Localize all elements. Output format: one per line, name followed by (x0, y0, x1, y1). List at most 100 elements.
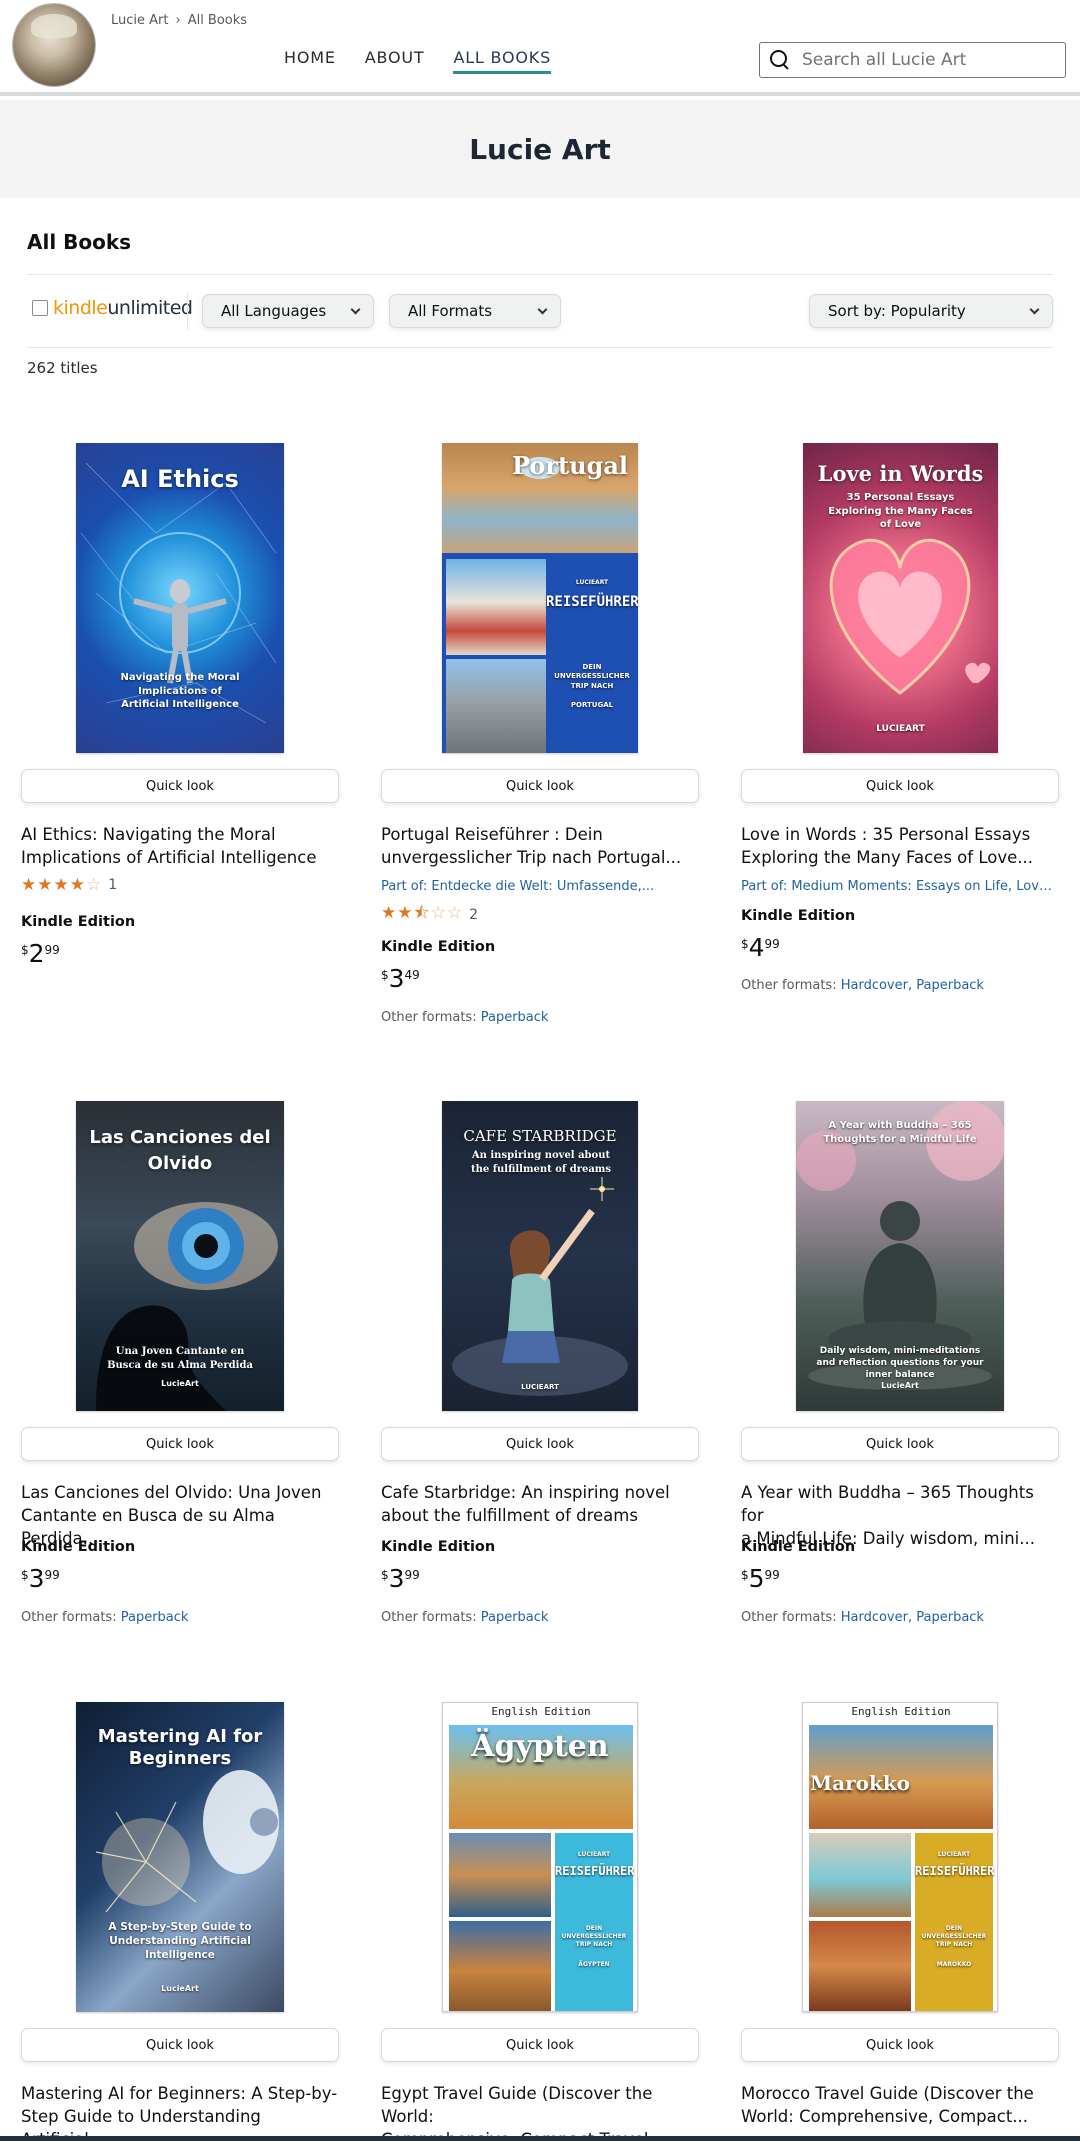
price[interactable]: $2 99 (21, 941, 60, 967)
kindle-unlimited-filter[interactable]: kindle unlimited (32, 297, 193, 319)
quick-look-button[interactable]: Quick look (381, 2028, 699, 2062)
format-separator: , (907, 978, 913, 993)
cover-subtitle: REISEFÜHRER (555, 1864, 635, 1878)
price-symbol: $ (381, 968, 389, 982)
search-input[interactable] (802, 50, 1052, 70)
nav-home[interactable]: HOME (284, 48, 336, 74)
cover-panel (555, 1833, 633, 2011)
book-cover[interactable]: Love in Words 35 Personal Essays Explori… (803, 443, 998, 753)
book-title-line: Exploring the Many Faces of Love... (741, 848, 1033, 867)
cover-edition: English Edition (851, 1705, 951, 1718)
sort-dropdown[interactable]: Sort by: Popularity (809, 294, 1053, 328)
rating[interactable]: ★★⯪☆☆ 2 (381, 900, 478, 929)
paperback-link[interactable]: Paperback (481, 1010, 549, 1025)
format-dropdown[interactable]: All Formats (389, 294, 561, 328)
book-cover[interactable]: English Edition Ägypten LUCIEART REISEFÜ… (442, 1702, 638, 2012)
book-card: Mastering AI for Beginners A Step-by-Ste… (21, 1702, 339, 2141)
quick-look-button[interactable]: Quick look (21, 769, 339, 803)
rating[interactable]: ★★★★☆ 1 (21, 875, 117, 895)
cover-photo (449, 1921, 551, 2011)
book-card: English Edition Ägypten LUCIEART REISEFÜ… (381, 1702, 699, 2141)
book-title-line: about the fulfillment of dreams (381, 1506, 638, 1525)
quick-look-button[interactable]: Quick look (381, 769, 699, 803)
price-fraction: 49 (404, 968, 420, 982)
language-dropdown[interactable]: All Languages (202, 294, 374, 328)
quick-look-button[interactable]: Quick look (741, 769, 1059, 803)
book-cover[interactable]: AI Ethics Navigating the Moral Implicati… (76, 443, 284, 753)
breadcrumb-store[interactable]: Lucie Art (111, 13, 168, 28)
book-title-line: Portugal Reiseführer : Dein (381, 825, 603, 844)
divider (27, 347, 1053, 348)
format-label[interactable]: Kindle Edition (21, 1539, 135, 1555)
price[interactable]: $4 99 (741, 935, 780, 961)
author-avatar[interactable] (13, 4, 95, 86)
book-title[interactable]: Portugal Reiseführer : Dein unvergesslic… (381, 823, 699, 869)
book-cover[interactable]: English Edition Marokko LUCIEART REISEFÜ… (802, 1702, 998, 2012)
quick-look-button[interactable]: Quick look (381, 1427, 699, 1461)
book-title[interactable]: Cafe Starbridge: An inspiring novel abou… (381, 1481, 699, 1527)
breadcrumb-all-books[interactable]: All Books (188, 13, 247, 28)
book-title-line: Mastering AI for Beginners: A Step-by- (21, 2084, 338, 2103)
nav-all-books[interactable]: ALL BOOKS (453, 48, 552, 74)
price[interactable]: $5 99 (741, 1566, 780, 1592)
book-cover[interactable]: CAFE STARBRIDGE An inspiring novel about… (442, 1101, 638, 1411)
other-formats-label: Other formats: (741, 1610, 837, 1625)
cover-title: Ägypten (471, 1729, 609, 1764)
book-card: CAFE STARBRIDGE An inspiring novel about… (381, 1101, 699, 1631)
cover-edition: English Edition (491, 1705, 591, 1718)
star-rating-icon: ★★★★☆ (21, 875, 103, 895)
paperback-link[interactable]: Paperback (916, 978, 984, 993)
book-cover[interactable]: Portugal LUCIEART REISEFÜHRER DEIN UNVER… (442, 443, 638, 753)
price-fraction: 99 (404, 1568, 420, 1582)
book-cover[interactable]: A Year with Buddha – 365 Thoughts for a … (796, 1101, 1004, 1411)
price-symbol: $ (21, 943, 29, 957)
kindle-unlimited-checkbox[interactable] (32, 300, 48, 316)
other-formats: Other formats: Hardcover, Paperback (741, 978, 984, 993)
format-label[interactable]: Kindle Edition (381, 939, 495, 955)
format-label[interactable]: Kindle Edition (381, 1539, 495, 1555)
quick-look-button[interactable]: Quick look (741, 1427, 1059, 1461)
hardcover-link[interactable]: Hardcover (841, 1610, 908, 1625)
store-search[interactable] (759, 42, 1066, 78)
paperback-link[interactable]: Paperback (916, 1610, 984, 1625)
cover-subtitle: 35 Personal Essays Exploring the Many Fa… (828, 492, 973, 530)
book-title-line: A Year with Buddha – 365 Thoughts for (741, 1483, 1034, 1525)
top-header: Lucie Art › All Books HOME ABOUT ALL BOO… (0, 0, 1080, 96)
series-link[interactable]: Part of: Entdecke die Welt: Umfassende,.… (381, 879, 699, 894)
price-whole: 3 (388, 1564, 405, 1593)
price-symbol: $ (741, 1568, 749, 1582)
book-title-line: Cafe Starbridge: An inspiring novel (381, 1483, 670, 1502)
book-title[interactable]: AI Ethics: Navigating the Moral Implicat… (21, 823, 339, 869)
quick-look-button[interactable]: Quick look (21, 2028, 339, 2062)
format-label[interactable]: Kindle Edition (741, 1539, 855, 1555)
series-link[interactable]: Part of: Medium Moments: Essays on Life,… (741, 879, 1059, 894)
book-cover[interactable]: Las Canciones del Olvido Una Joven Canta… (76, 1101, 284, 1411)
paperback-link[interactable]: Paperback (481, 1610, 549, 1625)
girl-illustration-icon (452, 1177, 628, 1396)
paperback-link[interactable]: Paperback (121, 1610, 189, 1625)
quick-look-button[interactable]: Quick look (21, 1427, 339, 1461)
other-formats: Other formats: Paperback (21, 1610, 188, 1625)
kindle-unlimited-logo-suffix: unlimited (107, 297, 193, 319)
cover-subtitle: Una Joven Cantante en Busca de su Alma P… (107, 1346, 253, 1371)
search-icon[interactable] (770, 50, 790, 70)
price[interactable]: $3 99 (381, 1566, 420, 1592)
cover-tagline: DEIN UNVERGESSLICHER TRIP NACH (921, 1925, 987, 1949)
book-title[interactable]: Love in Words : 35 Personal Essays Explo… (741, 823, 1059, 869)
divider (187, 292, 188, 330)
price[interactable]: $3 99 (21, 1566, 60, 1592)
format-label[interactable]: Kindle Edition (741, 908, 855, 924)
book-title[interactable]: Morocco Travel Guide (Discover the World… (741, 2082, 1059, 2128)
store-banner: Lucie Art (0, 100, 1080, 198)
book-cover[interactable]: Mastering AI for Beginners A Step-by-Ste… (76, 1702, 284, 2012)
book-title[interactable]: Egypt Travel Guide (Discover the World: … (381, 2082, 699, 2141)
quick-look-button[interactable]: Quick look (741, 2028, 1059, 2062)
hardcover-link[interactable]: Hardcover (841, 978, 908, 993)
format-label[interactable]: Kindle Edition (21, 914, 135, 930)
price[interactable]: $3 49 (381, 966, 420, 992)
nav-about[interactable]: ABOUT (365, 48, 425, 74)
book-title[interactable]: Mastering AI for Beginners: A Step-by- S… (21, 2082, 339, 2141)
other-formats-label: Other formats: (741, 978, 837, 993)
other-formats: Other formats: Paperback (381, 1610, 548, 1625)
cover-title: AI Ethics (121, 465, 239, 493)
